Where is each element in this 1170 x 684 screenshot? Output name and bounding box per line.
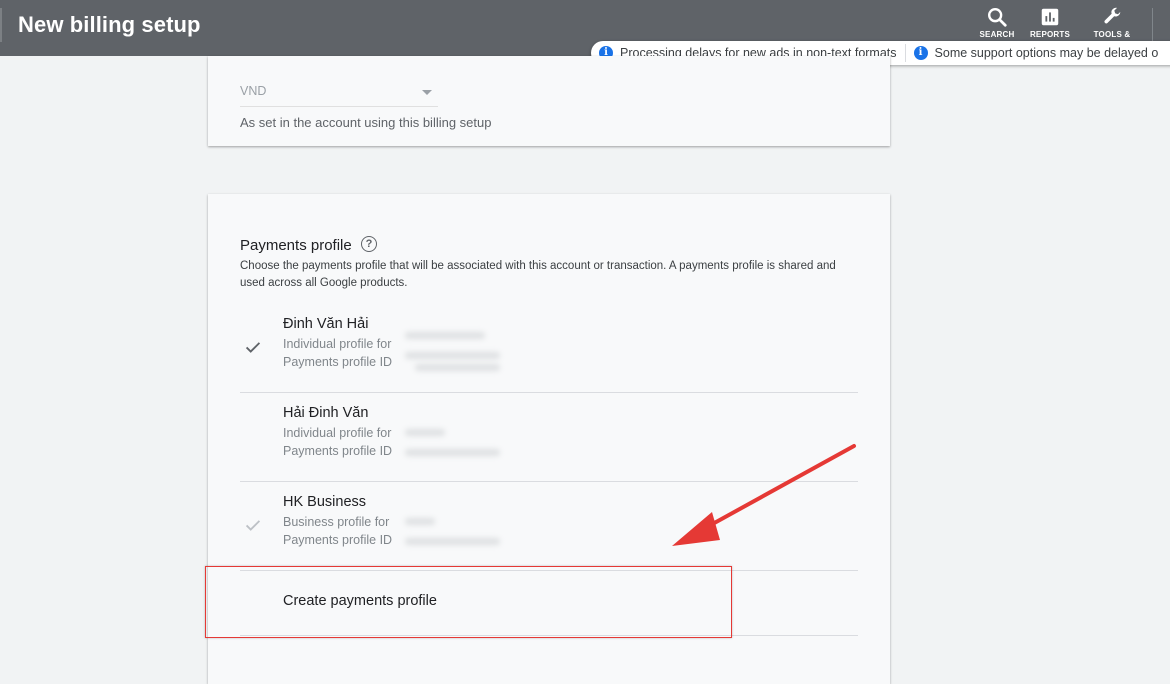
create-payments-profile-label: Create payments profile bbox=[283, 593, 437, 609]
payments-profile-title: Payments profile bbox=[240, 237, 352, 254]
reports-button[interactable]: REPORTS bbox=[1022, 4, 1078, 44]
redacted-line bbox=[415, 364, 500, 371]
currency-select[interactable]: VND bbox=[240, 80, 438, 107]
redacted-line bbox=[405, 538, 500, 545]
help-icon[interactable]: ? bbox=[361, 236, 377, 252]
profile-id-label: Payments profile ID bbox=[283, 355, 393, 369]
create-payments-profile-option[interactable]: Create payments profile bbox=[240, 570, 858, 636]
wrench-icon bbox=[1104, 7, 1121, 24]
redacted-line bbox=[405, 352, 500, 359]
checkmark-icon bbox=[245, 342, 261, 353]
search-button-label: SEARCH bbox=[979, 30, 1015, 39]
tools-button-label: TOOLS & bbox=[1093, 30, 1131, 39]
profile-id-label: Payments profile ID bbox=[283, 533, 393, 547]
profile-name: HK Business bbox=[283, 494, 367, 510]
redacted-line bbox=[405, 449, 500, 456]
checkmark-icon bbox=[245, 520, 261, 531]
profile-type: Individual profile for bbox=[283, 337, 392, 351]
notification-text: Some support options may be delayed o bbox=[934, 46, 1159, 60]
notification-item[interactable]: i Some support options may be delayed o bbox=[906, 46, 1159, 60]
header-separator bbox=[1152, 8, 1153, 42]
redacted-area bbox=[397, 482, 507, 570]
redacted-area bbox=[397, 304, 537, 392]
redacted-line bbox=[405, 518, 435, 525]
profile-name: Đinh Văn Hải bbox=[283, 316, 369, 332]
redacted-area bbox=[397, 393, 537, 481]
profile-type: Business profile for bbox=[283, 515, 390, 529]
reports-button-label: REPORTS bbox=[1029, 30, 1071, 39]
profile-option[interactable]: Hải Đinh Văn Individual profile for Paym… bbox=[240, 393, 858, 482]
currency-value: VND bbox=[240, 84, 267, 98]
reports-icon bbox=[1041, 8, 1059, 26]
redacted-line bbox=[405, 332, 485, 339]
currency-card: VND As set in the account using this bil… bbox=[208, 56, 890, 146]
header-divider bbox=[0, 8, 2, 42]
search-button[interactable]: SEARCH bbox=[969, 4, 1025, 44]
redacted-line bbox=[405, 429, 445, 436]
search-icon bbox=[988, 8, 1007, 27]
profile-id-label: Payments profile ID bbox=[283, 444, 393, 458]
profile-type: Individual profile for bbox=[283, 426, 392, 440]
profile-option[interactable]: Đinh Văn Hải Individual profile for Paym… bbox=[240, 304, 858, 393]
page-title: New billing setup bbox=[18, 12, 201, 37]
caret-down-icon bbox=[422, 90, 432, 95]
tools-button[interactable]: TOOLS & bbox=[1084, 4, 1140, 44]
payments-profile-description: Choose the payments profile that will be… bbox=[240, 260, 836, 289]
currency-help-text: As set in the account using this billing… bbox=[240, 115, 492, 130]
profile-name: Hải Đinh Văn bbox=[283, 405, 369, 421]
profile-option[interactable]: HK Business Business profile for Payment… bbox=[240, 482, 858, 571]
payments-profile-card: Payments profile ? Choose the payments p… bbox=[208, 194, 890, 684]
info-icon: i bbox=[913, 46, 928, 60]
